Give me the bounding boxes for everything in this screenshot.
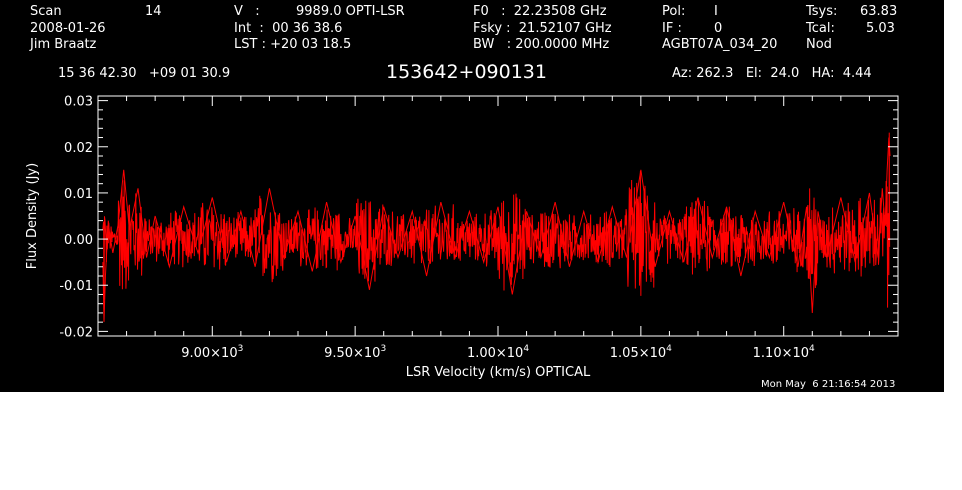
x-tick-label: 9.50×103 (324, 344, 386, 361)
y-tick-label: 0.00 (64, 233, 93, 248)
y-tick-label: 0.01 (64, 187, 93, 202)
spectrum-trace-layer (102, 132, 891, 323)
y-tick-label: 0.02 (64, 141, 93, 156)
y-tick-label: -0.01 (59, 279, 93, 294)
plot-frame (97, 95, 899, 337)
plot-panel: Scan 14 2008-01-26 Jim Braatz V : 9989.0… (0, 0, 944, 392)
y-axis-label: Flux Density (Jy) (25, 163, 40, 269)
x-tick-label: 1.00×104 (467, 344, 529, 361)
x-tick-label: 1.05×104 (610, 344, 672, 361)
tick-marks (98, 96, 898, 336)
y-tick-label: 0.03 (64, 95, 93, 110)
x-axis-label: LSR Velocity (km/s) OPTICAL (406, 365, 591, 380)
spectrum-noise-trace (102, 132, 891, 308)
spectrum-chart: 9.00×103 9.50×103 1.00×104 1.05×104 1.10×104… (25, 95, 899, 380)
y-tick-label: -0.02 (59, 325, 93, 340)
tick-labels: 9.00×103 9.50×103 1.00×104 1.05×104 1.10×104… (59, 95, 815, 361)
x-tick-label: 1.10×104 (753, 344, 815, 361)
x-tick-label: 9.00×103 (181, 344, 243, 361)
